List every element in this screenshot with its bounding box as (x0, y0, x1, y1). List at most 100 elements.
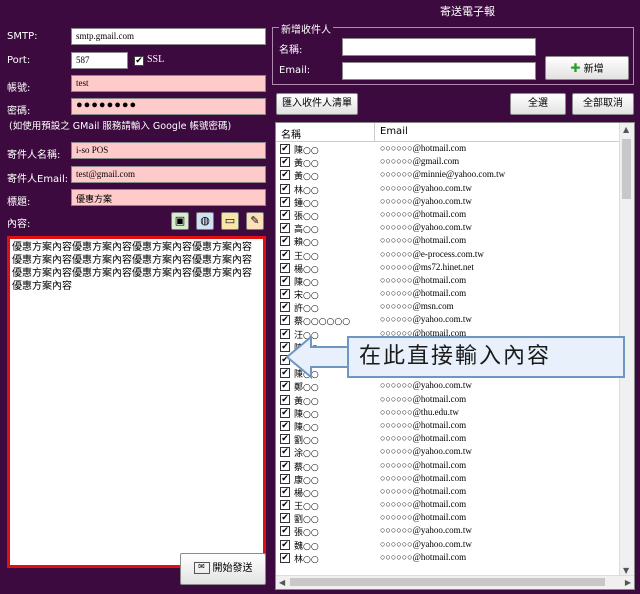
row-checkbox[interactable]: ✔ (280, 473, 290, 484)
table-row[interactable]: ✔ 鍾○○ ○○○○○○@yahoo.com.tw (276, 196, 621, 209)
row-checkbox[interactable]: ✔ (280, 275, 290, 286)
table-row[interactable]: ✔ 陳○○ ○○○○○○@hotmail.com (276, 143, 621, 156)
table-row[interactable]: ✔ 楊○○ ○○○○○○@ms72.hinet.net (276, 262, 621, 275)
scroll-up-icon[interactable]: ▲ (623, 125, 629, 134)
row-checkbox[interactable]: ✔ (280, 183, 290, 194)
pencil-edit-icon[interactable]: ✎ (246, 212, 264, 230)
select-all-button[interactable]: 全選 (510, 93, 566, 115)
row-name: 陳○○ (294, 422, 319, 433)
table-row[interactable]: ✔ 魏○○ ○○○○○○@yahoo.com.tw (276, 539, 621, 552)
scroll-right-icon[interactable]: ▶ (625, 578, 631, 587)
title-bar: 寄送電子報 (0, 0, 640, 20)
table-row[interactable]: ✔ 張○○ ○○○○○○@yahoo.com.tw (276, 525, 621, 538)
account-input[interactable]: test (71, 75, 266, 92)
new-recipient-group: 新增收件人 名稱: Email: ✚ 新增 (272, 21, 634, 85)
table-row[interactable]: ✔ 王○○ ○○○○○○@e-process.com.tw (276, 249, 621, 262)
header-email: Email (380, 126, 408, 137)
row-email: ○○○○○○@yahoo.com.tw (380, 446, 472, 457)
sender-email-label: 寄件人Email: (7, 174, 69, 185)
table-row[interactable]: ✔ 陳○○ ○○○○○○@hotmail.com (276, 420, 621, 433)
recipient-name-input[interactable] (342, 38, 536, 56)
table-row[interactable]: ✔ 黃○○ ○○○○○○@gmail.com (276, 156, 621, 169)
row-checkbox[interactable]: ✔ (280, 407, 290, 418)
table-row[interactable]: ✔ 王○○ ○○○○○○@hotmail.com (276, 499, 621, 512)
row-checkbox[interactable]: ✔ (280, 170, 290, 181)
row-checkbox[interactable]: ✔ (280, 434, 290, 445)
ssl-checkbox[interactable]: ✔ (134, 56, 144, 66)
horizontal-scrollbar[interactable]: ◀ ▶ (276, 575, 634, 589)
header-name: 名稱 (281, 130, 301, 141)
row-checkbox[interactable]: ✔ (280, 223, 290, 234)
recipient-email-label: Email: (279, 65, 311, 76)
scroll-left-icon[interactable]: ◀ (279, 578, 285, 587)
gmail-hint: (如使用預設之 GMail 服務請輸入 Google 帳號密碼) (9, 121, 232, 132)
row-checkbox[interactable]: ✔ (280, 460, 290, 471)
sender-email-input[interactable]: test@gmail.com (71, 166, 266, 183)
port-label: Port: (7, 55, 31, 66)
table-row[interactable]: ✔ 康○○ ○○○○○○@hotmail.com (276, 473, 621, 486)
table-row[interactable]: ✔ 劉○○ ○○○○○○@hotmail.com (276, 433, 621, 446)
start-send-button[interactable]: ✉ 開始發送 (180, 553, 266, 585)
row-checkbox[interactable]: ✔ (280, 500, 290, 511)
table-row[interactable]: ✔ 林○○ ○○○○○○@yahoo.com.tw (276, 183, 621, 196)
window-title: 寄送電子報 (440, 5, 495, 18)
row-checkbox[interactable]: ✔ (280, 381, 290, 392)
table-row[interactable]: ✔ 宋○○ ○○○○○○@hotmail.com (276, 288, 621, 301)
insert-image-icon[interactable]: ▣ (171, 212, 189, 230)
table-row[interactable]: ✔ 楊○○ ○○○○○○@hotmail.com (276, 486, 621, 499)
scroll-down-icon[interactable]: ▼ (623, 566, 629, 575)
table-row[interactable]: ✔ 高○○ ○○○○○○@yahoo.com.tw (276, 222, 621, 235)
import-recipients-button[interactable]: 匯入收件人清單 (276, 93, 358, 115)
table-row[interactable]: ✔ 黃○○ ○○○○○○@minnie@yahoo.com.tw (276, 169, 621, 182)
row-checkbox[interactable]: ✔ (280, 447, 290, 458)
row-checkbox[interactable]: ✔ (280, 420, 290, 431)
row-checkbox[interactable]: ✔ (280, 196, 290, 207)
row-checkbox[interactable]: ✔ (280, 262, 290, 273)
table-row[interactable]: ✔ 劉○○ ○○○○○○@hotmail.com (276, 512, 621, 525)
row-checkbox[interactable]: ✔ (280, 249, 290, 260)
smtp-input[interactable]: smtp.gmail.com (71, 28, 266, 45)
row-checkbox[interactable]: ✔ (280, 236, 290, 247)
row-name: 張○○ (294, 211, 319, 222)
row-checkbox[interactable]: ✔ (280, 513, 290, 524)
table-row[interactable]: ✔ 陳○○ ○○○○○○@thu.edu.tw (276, 407, 621, 420)
vertical-scroll-thumb[interactable] (622, 139, 631, 199)
subject-input[interactable]: 優惠方案 (71, 189, 266, 206)
row-checkbox[interactable]: ✔ (280, 157, 290, 168)
row-email: ○○○○○○@hotmail.com (380, 208, 467, 219)
row-checkbox[interactable]: ✔ (280, 486, 290, 497)
row-checkbox[interactable]: ✔ (280, 526, 290, 537)
table-row[interactable]: ✔ 張○○ ○○○○○○@hotmail.com (276, 209, 621, 222)
row-checkbox[interactable]: ✔ (280, 144, 290, 154)
table-row[interactable]: ✔ 蔡○○○○○○ ○○○○○○@yahoo.com.tw (276, 314, 621, 327)
table-row[interactable]: ✔ 蔡○○ ○○○○○○@hotmail.com (276, 460, 621, 473)
table-row[interactable]: ✔ 黃○○ ○○○○○○@hotmail.com (276, 394, 621, 407)
globe-link-icon[interactable]: ◍ (196, 212, 214, 230)
row-checkbox[interactable]: ✔ (280, 539, 290, 550)
row-checkbox[interactable]: ✔ (280, 289, 290, 300)
row-email: ○○○○○○@yahoo.com.tw (380, 195, 472, 206)
table-row[interactable]: ✔ 賴○○ ○○○○○○@hotmail.com (276, 235, 621, 248)
row-name: 魏○○ (294, 541, 319, 552)
horizontal-scroll-thumb[interactable] (290, 578, 605, 586)
row-checkbox[interactable]: ✔ (280, 315, 290, 326)
open-folder-icon[interactable]: ▭ (221, 212, 239, 230)
table-row[interactable]: ✔ 林○○ ○○○○○○@hotmail.com (276, 552, 621, 565)
add-recipient-button[interactable]: ✚ 新增 (545, 56, 629, 80)
recipient-email-input[interactable] (342, 62, 536, 80)
row-checkbox[interactable]: ✔ (280, 394, 290, 405)
row-checkbox[interactable]: ✔ (280, 302, 290, 313)
row-name: 賴○○ (294, 238, 319, 249)
content-editor[interactable]: 優惠方案內容優惠方案內容優惠方案內容優惠方案內容優惠方案內容優惠方案內容優惠方案… (7, 236, 266, 568)
table-row[interactable]: ✔ 涂○○ ○○○○○○@yahoo.com.tw (276, 446, 621, 459)
password-input[interactable]: ●●●●●●●● (71, 98, 266, 115)
table-row[interactable]: ✔ 陳○○ ○○○○○○@hotmail.com (276, 275, 621, 288)
table-row[interactable]: ✔ 許○○ ○○○○○○@msn.com (276, 301, 621, 314)
deselect-all-button[interactable]: 全部取消 (572, 93, 634, 115)
sender-name-input[interactable]: i-so POS (71, 142, 266, 159)
row-email: ○○○○○○@hotmail.com (380, 512, 467, 523)
row-checkbox[interactable]: ✔ (280, 209, 290, 220)
table-row[interactable]: ✔ 鄭○○ ○○○○○○@yahoo.com.tw (276, 380, 621, 393)
row-checkbox[interactable]: ✔ (280, 552, 290, 563)
port-input[interactable]: 587 (71, 52, 128, 69)
